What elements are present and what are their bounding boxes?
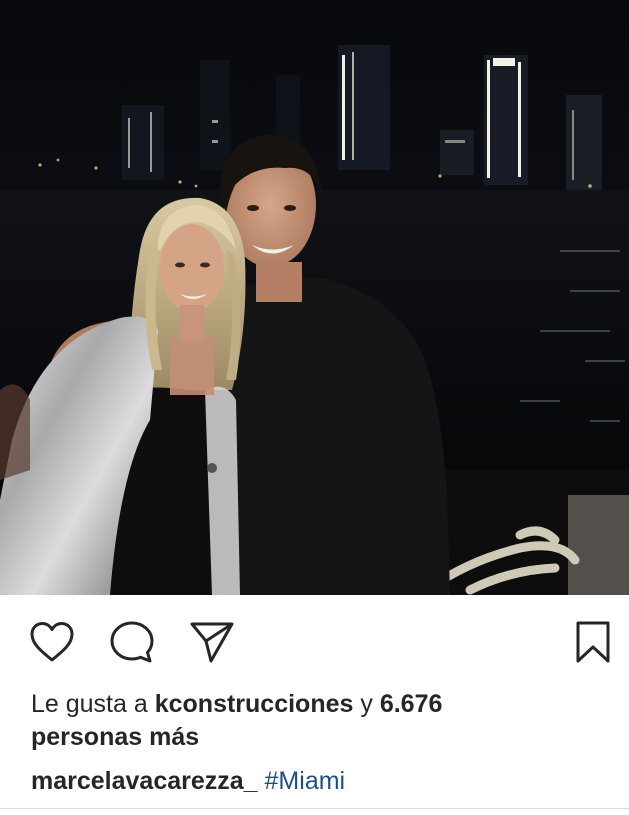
city-skyline [122,45,602,190]
comment-bubble-icon [110,621,154,663]
photo-scene [0,45,629,595]
likes-prefix: Le gusta a [31,690,148,718]
background-person [0,384,30,480]
share-button[interactable] [188,618,236,666]
caption-username-link[interactable]: marcelavacarezza_ [31,767,258,795]
hashtag-link[interactable]: #Miami [265,767,346,795]
comment-button[interactable] [108,618,156,666]
paper-plane-icon [190,622,234,663]
heart-icon [30,622,74,662]
bookmark-icon [576,621,610,663]
post-action-bar [0,598,629,680]
likes-count: 6.676 [379,690,443,718]
dock-post [568,495,629,595]
likes-summary: Le gusta a kconstrucciones y 6.676 person… [31,688,591,754]
liked-by-user-link[interactable]: kconstrucciones [155,690,354,718]
save-button[interactable] [569,618,617,666]
post-photo[interactable] [0,0,629,595]
likes-connector: y [360,690,373,718]
likes-suffix: personas más [31,723,200,751]
like-button[interactable] [28,618,76,666]
post-caption: marcelavacarezza_ #Miami [31,765,611,798]
divider [0,808,629,809]
